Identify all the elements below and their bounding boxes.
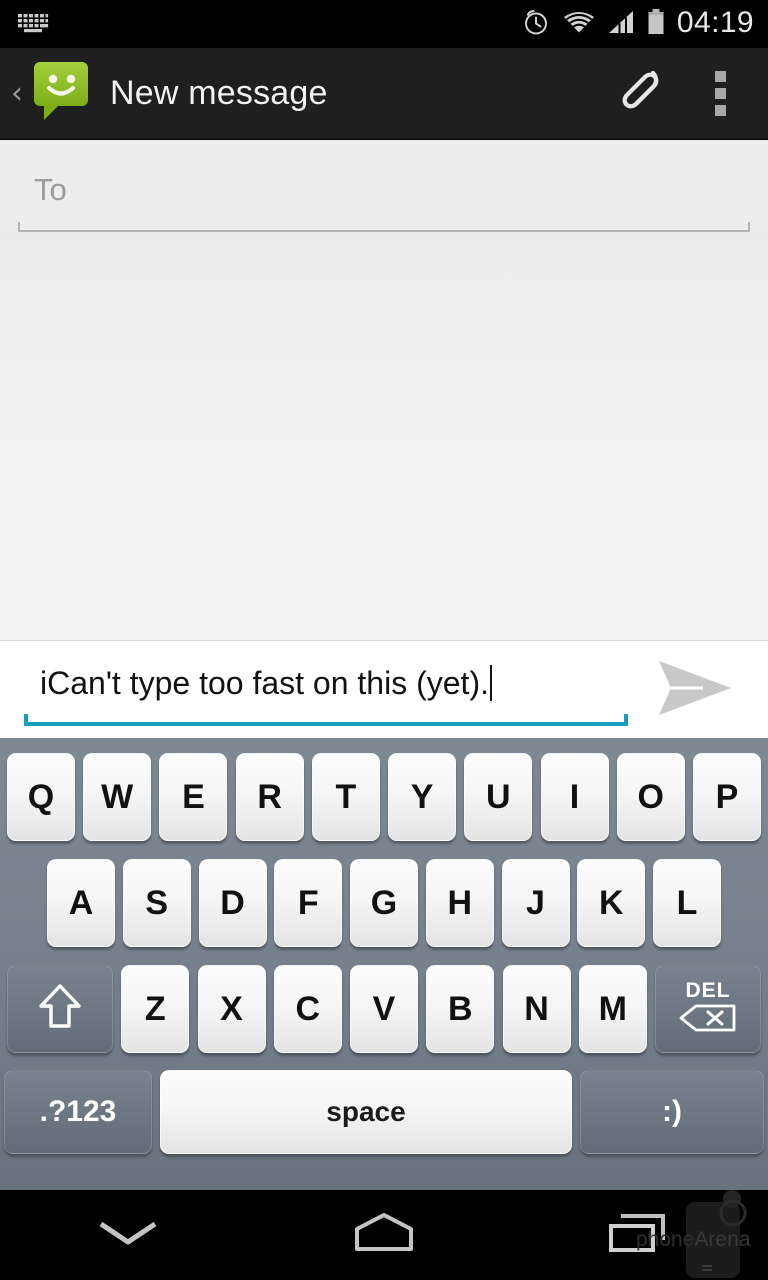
- status-bar-left: [16, 10, 50, 39]
- paperclip-attach-icon: [618, 63, 670, 124]
- compose-underline: [24, 714, 628, 726]
- emoji-key[interactable]: :): [580, 1070, 764, 1154]
- text-cursor: [489, 665, 492, 701]
- key-e[interactable]: E: [159, 753, 228, 841]
- key-r[interactable]: R: [235, 753, 304, 841]
- home-icon: [351, 1211, 417, 1260]
- key-g[interactable]: G: [350, 859, 418, 947]
- overflow-menu-icon: [682, 71, 758, 116]
- recents-icon: [605, 1210, 675, 1261]
- cellular-signal-icon: [607, 9, 635, 40]
- shift-arrow-icon: [37, 981, 83, 1038]
- key-p[interactable]: P: [692, 753, 761, 841]
- send-arrow-icon: [653, 657, 737, 724]
- key-n[interactable]: N: [502, 965, 571, 1053]
- recent-apps-button[interactable]: [512, 1190, 768, 1280]
- on-screen-keyboard: Q W E R T Y U I O P A S D F G H J K L Z …: [0, 738, 768, 1190]
- key-d[interactable]: D: [198, 859, 267, 947]
- key-s[interactable]: S: [122, 859, 191, 947]
- keyboard-row-1: Q W E R T Y U I O P: [0, 744, 768, 850]
- key-c[interactable]: C: [273, 965, 342, 1053]
- backspace-icon: [678, 1003, 738, 1038]
- space-key[interactable]: space: [160, 1070, 572, 1154]
- key-v[interactable]: V: [350, 965, 418, 1053]
- compose-text-value: iCan't type too fast on this (yet).: [40, 664, 489, 701]
- compose-input[interactable]: iCan't type too fast on this (yet).: [22, 652, 622, 714]
- status-time: 04:19: [676, 6, 754, 39]
- key-k[interactable]: K: [577, 859, 646, 947]
- chevron-down-icon: [95, 1216, 161, 1255]
- keyboard-row-2: A S D F G H J K L: [0, 850, 768, 956]
- key-b[interactable]: B: [426, 965, 495, 1053]
- key-l[interactable]: L: [653, 859, 721, 947]
- compose-input-wrapper[interactable]: iCan't type too fast on this (yet).: [22, 652, 630, 728]
- back-chevron-icon[interactable]: ‹: [6, 78, 28, 109]
- send-button[interactable]: [630, 641, 760, 739]
- compose-bar: iCan't type too fast on this (yet).: [0, 640, 768, 739]
- overflow-menu-button[interactable]: [682, 48, 758, 140]
- key-h[interactable]: H: [425, 859, 494, 947]
- key-q[interactable]: Q: [7, 753, 75, 841]
- symbols-key[interactable]: .?123: [4, 1070, 152, 1154]
- phone-screen: 04:19 ‹ New message To iCan't type too f…: [0, 0, 768, 1280]
- messaging-app-icon[interactable]: [30, 58, 92, 129]
- recipient-row: [0, 140, 768, 232]
- keyboard-row-3: Z X C V B N M DEL: [0, 956, 768, 1062]
- key-m[interactable]: M: [578, 965, 647, 1053]
- message-content-area: [0, 140, 768, 640]
- delete-key[interactable]: DEL: [655, 965, 761, 1053]
- delete-key-label: DEL: [685, 979, 731, 1002]
- key-u[interactable]: U: [464, 753, 533, 841]
- hide-keyboard-button[interactable]: [0, 1190, 256, 1280]
- key-z[interactable]: Z: [121, 965, 190, 1053]
- page-title: New message: [110, 74, 328, 112]
- key-o[interactable]: O: [616, 753, 685, 841]
- shift-key[interactable]: [7, 965, 113, 1053]
- key-t[interactable]: T: [311, 753, 380, 841]
- home-button[interactable]: [256, 1190, 512, 1280]
- key-w[interactable]: W: [83, 753, 152, 841]
- key-f[interactable]: F: [274, 859, 343, 947]
- key-y[interactable]: Y: [388, 753, 457, 841]
- key-j[interactable]: J: [501, 859, 570, 947]
- key-x[interactable]: X: [197, 965, 266, 1053]
- status-bar-right: 04:19: [521, 7, 754, 42]
- keyboard-icon: [16, 10, 50, 39]
- wifi-icon: [562, 9, 596, 40]
- conversation-thread: [0, 230, 768, 640]
- navigation-bar: [0, 1190, 768, 1280]
- keyboard-row-4: .?123 space :): [0, 1062, 768, 1162]
- key-i[interactable]: I: [540, 753, 609, 841]
- status-bar: 04:19: [0, 0, 768, 48]
- key-a[interactable]: A: [47, 859, 115, 947]
- battery-icon: [646, 8, 666, 41]
- action-bar: ‹ New message: [0, 48, 768, 140]
- alarm-clock-icon: [521, 7, 551, 42]
- recipient-input[interactable]: [18, 166, 750, 214]
- attach-button[interactable]: [606, 48, 682, 140]
